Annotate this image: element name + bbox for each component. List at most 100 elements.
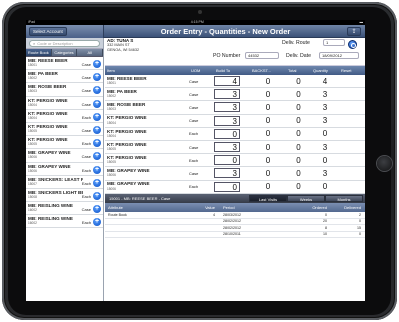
list-item[interactable]: MB: SNICKERS: LEAST FREE 1T...15007Each+ (26, 176, 103, 189)
order-rows: MB: REESE BEER 15001 Case 4 0 0 4 MB: PA BEER 15… (105, 75, 365, 194)
deliv-route-field[interactable]: 1 (323, 39, 345, 46)
list-item[interactable]: MB: GRAPEY WINE 15006 Case + (26, 149, 103, 163)
table-row[interactable]: MB: ROSIE BEER 15003 Case 3 0 0 3 (105, 101, 365, 115)
history-value: 4 (213, 212, 215, 217)
home-button[interactable] (377, 156, 392, 171)
share-icon[interactable]: ⇪ (347, 26, 361, 36)
col-uom[interactable]: UOM (189, 68, 214, 73)
table-row[interactable]: KT: PERGIO WINE 15005 Each 0 0 0 0 (105, 154, 365, 168)
col-reset[interactable]: Reset (339, 68, 365, 73)
add-item-button[interactable]: + (93, 178, 101, 187)
list-item[interactable]: KT: PERGIO WINE 15004 Case + (26, 97, 103, 110)
quantity-cell: 3 (322, 89, 328, 99)
history-ordered: 20 (323, 219, 327, 224)
uom-cell: Each (189, 157, 199, 163)
col-item[interactable]: Item (105, 68, 189, 73)
add-item-button[interactable]: + (93, 191, 101, 200)
item-cell: KT: PERGIO WINE 15004 (105, 116, 189, 125)
add-item-button[interactable]: + (93, 60, 101, 68)
table-row[interactable]: KT: PERGIO WINE 15004 Each 0 0 0 0 (105, 128, 365, 141)
table-row[interactable]: KT: PERGIO WINE 15004 Case 3 0 0 3 (105, 115, 365, 128)
po-number-field[interactable]: 44532 (245, 52, 279, 59)
build-to-input[interactable]: 0 (214, 155, 240, 166)
add-item-button[interactable]: + (93, 205, 101, 214)
product-uom: Case (81, 154, 91, 160)
tab-months[interactable]: Months (325, 195, 363, 202)
list-item[interactable]: MB: SNICKERS LIGHT BEER15008Each+ (26, 189, 103, 203)
product-uom: Case (81, 127, 91, 133)
list-item[interactable]: MB: GRAPEY WINE 15006 Each + (26, 163, 103, 176)
search-input[interactable]: ⌕ Code or Description (29, 40, 100, 47)
list-item[interactable]: KT: PERGIO WINE 15005 Case + (26, 123, 103, 137)
hcol-ordered: Ordered (312, 205, 327, 210)
item-code: 15004 (107, 120, 116, 125)
item-cell: KT: PERGIO WINE 15005 (105, 142, 189, 152)
segment-categories[interactable]: Categories (51, 49, 78, 56)
history-row: 28/10/2011 10 0 (105, 232, 365, 238)
item-code: 15005 (107, 147, 116, 152)
app-screen: iPad 4:15 PM ▬ Select Account Order Entr… (26, 20, 365, 301)
hcol-value: Value (205, 205, 215, 210)
list-item[interactable]: MB: PA BEER 15002 Case + (26, 70, 103, 84)
list-item[interactable]: MB: REISLING WINE 16002 Each + (26, 215, 103, 229)
tab-last-visits[interactable]: Last Visits (249, 195, 287, 202)
table-row[interactable]: KT: PERGIO WINE 15005 Case 3 0 0 3 (105, 141, 365, 155)
item-code: 15004 (107, 133, 116, 138)
segment-route-book[interactable]: Route Book (26, 49, 52, 56)
col-build-to[interactable]: Build To (214, 68, 250, 73)
build-to-input[interactable]: 3 (214, 115, 240, 126)
build-to-input[interactable]: 3 (214, 142, 240, 153)
build-to-input[interactable]: 0 (214, 181, 240, 192)
add-item-button[interactable]: + (93, 112, 101, 121)
select-account-button[interactable]: Select Account (29, 26, 67, 36)
backstock-cell: 0 (265, 76, 271, 86)
build-to-cell: 3 (214, 168, 250, 179)
total-cell: 0 (296, 129, 301, 139)
build-to-input[interactable]: 3 (214, 102, 240, 113)
product-name: MB: SNICKERS: LEAST FREE 1T... (28, 176, 83, 182)
item-code: 15002 (107, 94, 116, 99)
tab-weeks[interactable]: Weeks (287, 195, 325, 202)
order-info: AD: TUNA S 332 MAIN ST GENOA, WI 54632 D… (105, 38, 365, 66)
table-row[interactable]: MB: REESE BEER 15001 Case 4 0 0 4 (105, 75, 365, 89)
total-cell: 0 (296, 116, 301, 126)
add-item-button[interactable]: + (93, 165, 101, 174)
build-to-cell: 0 (214, 181, 250, 192)
add-item-button[interactable]: + (93, 99, 101, 108)
route-lookup-button[interactable] (348, 40, 357, 49)
product-uom: Each (81, 114, 91, 120)
history-ordered: 0 (325, 212, 327, 217)
history-delivered: 0 (359, 232, 361, 237)
total-cell: 0 (296, 155, 301, 165)
build-to-input[interactable]: 3 (214, 168, 240, 179)
table-row[interactable]: MB: PA BEER 15002 Case 3 0 0 3 (105, 88, 365, 102)
list-item[interactable]: MB: REESE BEER 15001 Case + (26, 57, 103, 71)
list-item[interactable]: KT: PERGIO WINE 15005 Each + (26, 136, 103, 150)
list-item[interactable]: KT: PERGIO WINE 15004 Each + (26, 110, 103, 123)
list-item[interactable]: MB: ROSIE BEER 15003 Case + (26, 83, 103, 97)
segment-all[interactable]: All (77, 49, 104, 56)
build-to-input[interactable]: 4 (214, 76, 240, 87)
add-item-button[interactable]: + (93, 125, 101, 134)
table-row[interactable]: MB: GRAPEY WINE 15006 Case 3 0 0 3 (105, 167, 365, 181)
history-title: 15001 - MB: REESE BEER - Case (109, 196, 171, 201)
build-to-input[interactable]: 3 (214, 89, 240, 100)
history-panel: 15001 - MB: REESE BEER - Case Last Visit… (105, 194, 365, 301)
hcol-period: Period (223, 205, 235, 210)
build-to-cell: 0 (214, 128, 250, 139)
table-header: Item UOM Build To BACKST... Total Quanti… (105, 66, 365, 75)
battery-icon: ▬ (359, 20, 364, 24)
uom-cell: Each (189, 131, 199, 137)
table-row[interactable]: MB: GRAPEY WINE 15006 Each 0 0 0 0 (105, 181, 365, 194)
quantity-cell: 0 (322, 155, 328, 165)
deliv-date-field[interactable]: 18/09/2012 (319, 52, 359, 59)
item-cell: MB: REESE BEER 15001 (105, 76, 189, 85)
build-to-input[interactable]: 0 (214, 128, 240, 139)
col-backstock[interactable]: BACKST... (250, 68, 286, 73)
col-quantity[interactable]: Quantity (311, 68, 339, 73)
list-item[interactable]: MB: REISLING WINE 16002 Case + (26, 202, 103, 216)
build-to-cell: 3 (214, 142, 250, 153)
page-title: Order Entry - Quantities - New Order (160, 26, 291, 36)
col-total[interactable]: Total (286, 68, 311, 73)
backstock-cell: 0 (265, 129, 271, 139)
